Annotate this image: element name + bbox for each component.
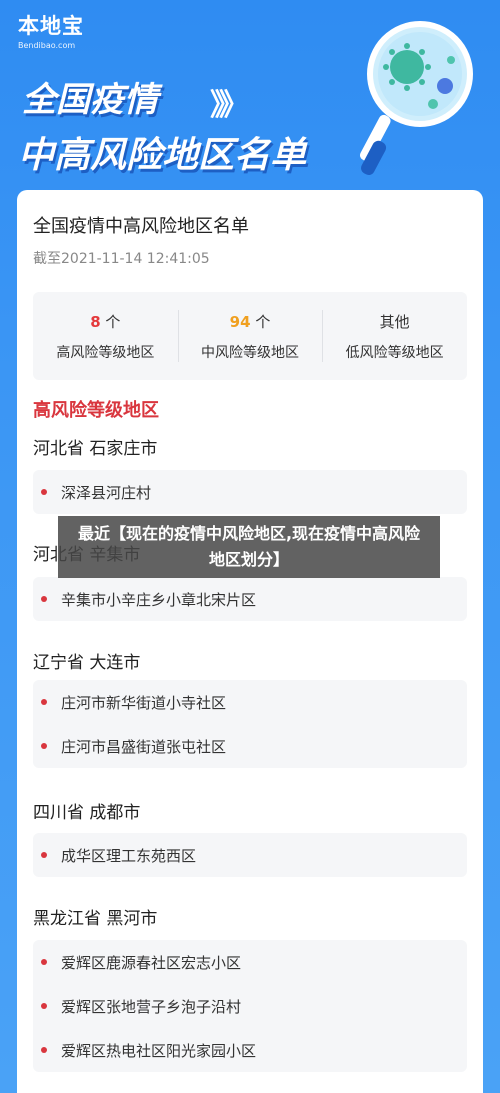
area-list: 爱辉区鹿源春社区宏志小区 爱辉区张地营子乡泡子沿村 爱辉区热电社区阳光家园小区 bbox=[33, 940, 467, 1072]
article-title-banner[interactable]: 最近【现在的疫情中风险地区,现在疫情中高风险地区划分】 bbox=[58, 516, 440, 578]
low-count: 其他 bbox=[379, 312, 410, 331]
summary-label: 低风险等级地区 bbox=[345, 344, 444, 361]
brand-name: 本地宝 bbox=[18, 14, 84, 38]
summary-medium[interactable]: 94 个 中风险等级地区 bbox=[177, 292, 323, 380]
area-item: 庄河市新华街道小寺社区 bbox=[33, 680, 467, 724]
area-item: 深泽县河庄村 bbox=[33, 470, 467, 514]
magnifier-virus-icon bbox=[359, 21, 473, 175]
high-risk-section-title: 高风险等级地区 bbox=[33, 400, 159, 421]
bullet-dot-icon bbox=[41, 959, 47, 965]
medium-count: 94 bbox=[229, 312, 251, 331]
summary-label: 高风险等级地区 bbox=[56, 344, 155, 361]
bullet-dot-icon bbox=[41, 1003, 47, 1009]
bullet-dot-icon bbox=[41, 1047, 47, 1053]
area-list: 成华区理工东苑西区 bbox=[33, 833, 467, 877]
summary-high[interactable]: 8 个 高风险等级地区 bbox=[33, 292, 178, 380]
area-list: 深泽县河庄村 bbox=[33, 470, 467, 514]
count-unit: 个 bbox=[250, 312, 271, 331]
area-list: 辛集市小辛庄乡小章北宋片区 bbox=[33, 577, 467, 621]
bullet-dot-icon bbox=[41, 596, 47, 602]
risk-list-card: 全国疫情中高风险地区名单 截至2021-11-14 12:41:05 8 个 高… bbox=[17, 190, 483, 1093]
area-list: 庄河市新华街道小寺社区 庄河市昌盛街道张屯社区 bbox=[33, 680, 467, 768]
hero-title-line2: 中高风险地区名单 bbox=[18, 135, 307, 176]
brand-logo: 本地宝 Bendibao.com bbox=[18, 10, 84, 50]
hero-title-line1: 全国疫情 bbox=[22, 80, 158, 120]
risk-summary: 8 个 高风险等级地区 94 个 中风险等级地区 其他 低风险等级地区 bbox=[33, 292, 467, 380]
area-item: 成华区理工东苑西区 bbox=[33, 833, 467, 877]
update-time: 截至2021-11-14 12:41:05 bbox=[33, 251, 210, 267]
area-item: 辛集市小辛庄乡小章北宋片区 bbox=[33, 577, 467, 621]
area-item: 爱辉区热电社区阳光家园小区 bbox=[33, 1028, 467, 1072]
high-count: 8 bbox=[90, 312, 101, 331]
summary-low[interactable]: 其他 低风险等级地区 bbox=[322, 292, 467, 380]
area-item: 爱辉区鹿源春社区宏志小区 bbox=[33, 940, 467, 984]
city-heading: 辽宁省 大连市 bbox=[33, 653, 141, 673]
city-heading: 四川省 成都市 bbox=[33, 803, 141, 823]
area-item: 庄河市昌盛街道张屯社区 bbox=[33, 724, 467, 768]
card-title: 全国疫情中高风险地区名单 bbox=[33, 216, 249, 237]
bullet-dot-icon bbox=[41, 699, 47, 705]
bullet-dot-icon bbox=[41, 852, 47, 858]
city-heading: 黑龙江省 黑河市 bbox=[33, 909, 158, 929]
area-item: 爱辉区张地营子乡泡子沿村 bbox=[33, 984, 467, 1028]
bullet-dot-icon bbox=[41, 489, 47, 495]
bullet-dot-icon bbox=[41, 743, 47, 749]
arrows-icon: 》》 bbox=[210, 88, 249, 123]
count-unit: 个 bbox=[100, 312, 121, 331]
city-heading: 河北省 石家庄市 bbox=[33, 439, 158, 459]
brand-domain: Bendibao.com bbox=[18, 41, 76, 50]
summary-label: 中风险等级地区 bbox=[201, 344, 299, 361]
